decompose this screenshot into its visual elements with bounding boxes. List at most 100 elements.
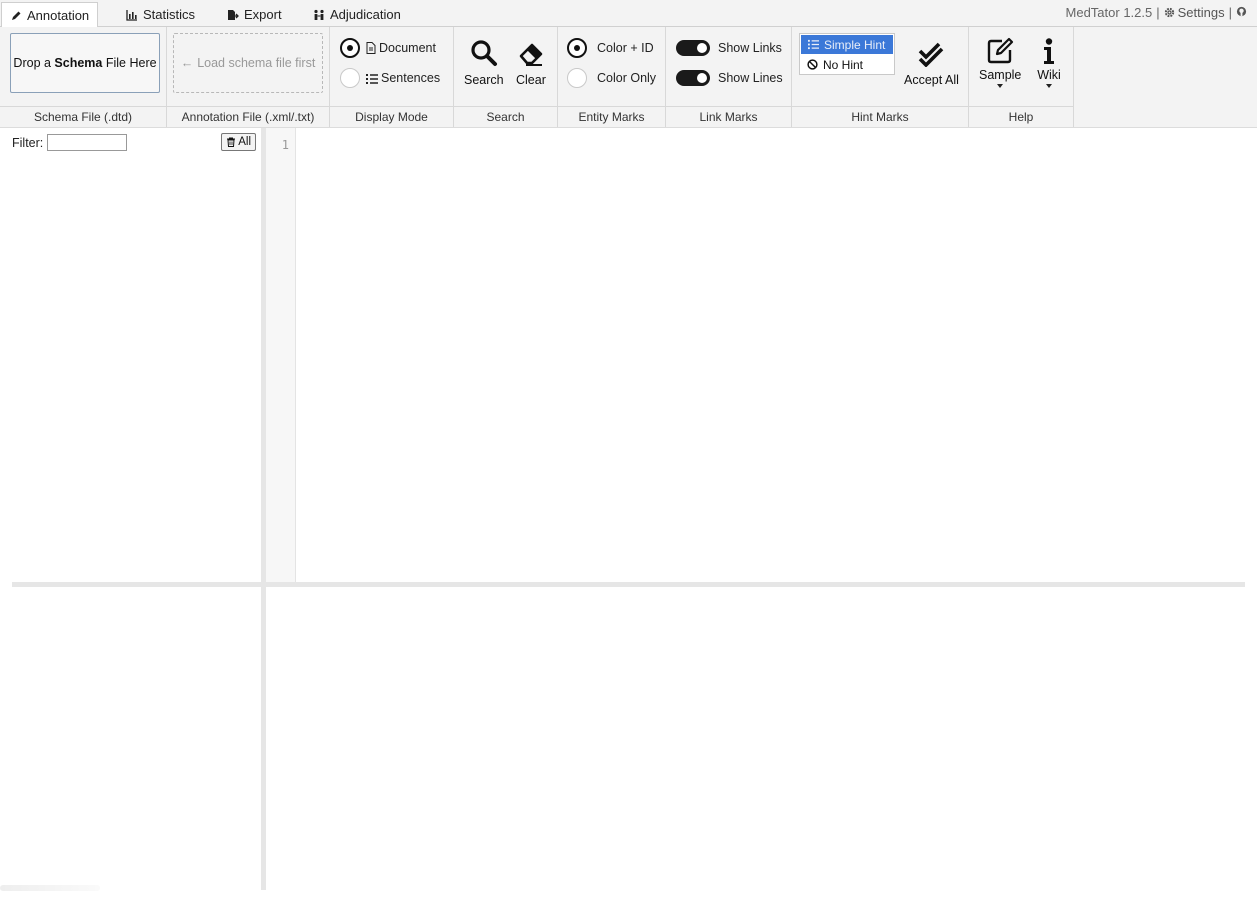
group-help: Sample Wiki Help	[969, 27, 1074, 127]
edit-icon	[987, 37, 1014, 64]
search-button[interactable]: Search	[464, 39, 504, 87]
concept-list-panel: Filter: All	[0, 128, 261, 583]
group-display-mode: Document Sentences Display Mode	[330, 27, 454, 127]
gear-icon	[1164, 7, 1174, 18]
radio-label: Color + ID	[597, 41, 654, 55]
search-label: Search	[464, 73, 504, 87]
info-icon	[1044, 38, 1054, 64]
radio-color-only[interactable]: Color Only	[567, 68, 656, 88]
load-annotation-zone[interactable]: ← Load schema file first	[173, 33, 323, 93]
radio-button[interactable]	[340, 68, 360, 88]
trash-icon	[227, 137, 236, 147]
drop-suffix: File Here	[102, 56, 157, 70]
toggle-label: Show Links	[718, 41, 782, 55]
show-links-toggle[interactable]: Show Links	[676, 40, 782, 56]
arrow-left-icon: ←	[180, 56, 194, 70]
list-icon	[366, 73, 378, 84]
filter-bar: Filter:	[12, 134, 128, 151]
pencil-icon	[12, 11, 21, 20]
radio-label: Document	[379, 41, 436, 55]
github-icon	[1236, 6, 1247, 17]
all-label: All	[238, 136, 251, 148]
group-label: Help	[969, 106, 1073, 126]
search-icon	[471, 40, 497, 66]
hint-option-label: Simple Hint	[824, 37, 886, 52]
accept-all-button[interactable]: Accept All	[904, 39, 959, 87]
radio-color-id[interactable]: Color + ID	[567, 38, 654, 58]
group-search: Search Clear Search	[454, 27, 558, 127]
toggle-switch[interactable]	[676, 70, 710, 86]
text-editor[interactable]	[296, 128, 1257, 582]
group-label: Hint Marks	[792, 106, 968, 126]
radio-label: Sentences	[381, 71, 441, 85]
drop-prefix: Drop a	[13, 56, 55, 70]
group-schema-file: Drop a Schema File Here Schema File (.dt…	[0, 27, 167, 127]
clear-label: Clear	[516, 73, 546, 87]
double-check-icon	[919, 42, 944, 67]
accept-all-label: Accept All	[904, 73, 959, 87]
tab-bar: Annotation Statistics Export Adjudicatio…	[0, 0, 1257, 28]
radio-document[interactable]: Document	[340, 38, 436, 58]
clear-button[interactable]: Clear	[516, 39, 546, 87]
ribbon-toolbar: Drop a Schema File Here Schema File (.dt…	[0, 27, 1257, 128]
sample-label: Sample	[979, 68, 1022, 82]
tab-export-label: Export	[244, 7, 282, 22]
app-info: MedTator 1.2.5 | Settings |	[1066, 5, 1247, 20]
ban-icon	[807, 59, 818, 70]
group-label: Display Mode	[330, 106, 453, 126]
tab-statistics[interactable]: Statistics	[118, 2, 203, 27]
tab-adjudication-label: Adjudication	[330, 7, 401, 22]
eraser-icon	[519, 43, 543, 66]
sample-button[interactable]: Sample	[979, 37, 1021, 88]
wiki-button[interactable]: Wiki	[1035, 37, 1063, 88]
hint-option-simple[interactable]: Simple Hint	[801, 35, 893, 54]
tab-statistics-label: Statistics	[143, 7, 196, 22]
group-label: Annotation File (.xml/.txt)	[167, 106, 329, 126]
hint-option-none[interactable]: No Hint	[800, 55, 894, 74]
radio-button[interactable]	[567, 68, 587, 88]
line-number-gutter: 1	[266, 128, 296, 582]
hint-mode-list[interactable]: Simple Hint No Hint	[799, 33, 895, 75]
radio-label: Color Only	[597, 71, 657, 85]
horizontal-splitter[interactable]	[12, 582, 1245, 587]
bar-chart-icon	[126, 9, 137, 21]
radio-sentences[interactable]: Sentences	[340, 68, 440, 88]
drop-bold: Schema	[54, 56, 103, 70]
tab-export[interactable]: Export	[219, 2, 290, 27]
filter-input[interactable]	[47, 134, 128, 151]
separator: |	[1156, 5, 1160, 20]
people-compare-icon	[314, 9, 324, 20]
file-export-icon	[228, 9, 239, 20]
bottom-scrollbar[interactable]	[0, 885, 100, 891]
filter-label: Filter:	[12, 135, 44, 150]
settings-link[interactable]: Settings	[1164, 5, 1225, 20]
wiki-label: Wiki	[1037, 68, 1061, 82]
toggle-switch[interactable]	[676, 40, 710, 56]
load-label: Load schema file first	[197, 56, 316, 70]
hint-option-label: No Hint	[823, 57, 864, 72]
group-label: Schema File (.dtd)	[0, 106, 166, 126]
tab-adjudication[interactable]: Adjudication	[305, 2, 409, 27]
schema-drop-zone[interactable]: Drop a Schema File Here	[10, 33, 160, 93]
group-hint-marks: Simple Hint No Hint Accept All Hint Mark…	[792, 27, 969, 127]
line-number: 1	[281, 138, 289, 152]
group-label: Search	[454, 106, 557, 126]
github-link[interactable]	[1236, 5, 1247, 20]
app-version: MedTator 1.2.5	[1065, 5, 1153, 20]
group-label: Entity Marks	[558, 106, 665, 126]
show-lines-toggle[interactable]: Show Lines	[676, 70, 783, 86]
radio-button[interactable]	[567, 38, 587, 58]
tab-annotation-label: Annotation	[27, 8, 90, 23]
toggle-label: Show Lines	[718, 71, 783, 85]
tab-annotation[interactable]: Annotation	[1, 2, 99, 28]
dropdown-caret-icon	[997, 84, 1004, 88]
list-icon	[808, 39, 819, 50]
group-label: Link Marks	[666, 106, 791, 126]
radio-button[interactable]	[340, 38, 360, 58]
dropdown-caret-icon	[1046, 84, 1052, 88]
settings-label: Settings	[1177, 5, 1225, 20]
group-entity-marks: Color + ID Color Only Entity Marks	[558, 27, 666, 127]
group-annotation-file: ← Load schema file first Annotation File…	[167, 27, 330, 127]
show-all-button[interactable]: All	[221, 133, 256, 151]
group-link-marks: Show Links Show Lines Link Marks	[666, 27, 792, 127]
